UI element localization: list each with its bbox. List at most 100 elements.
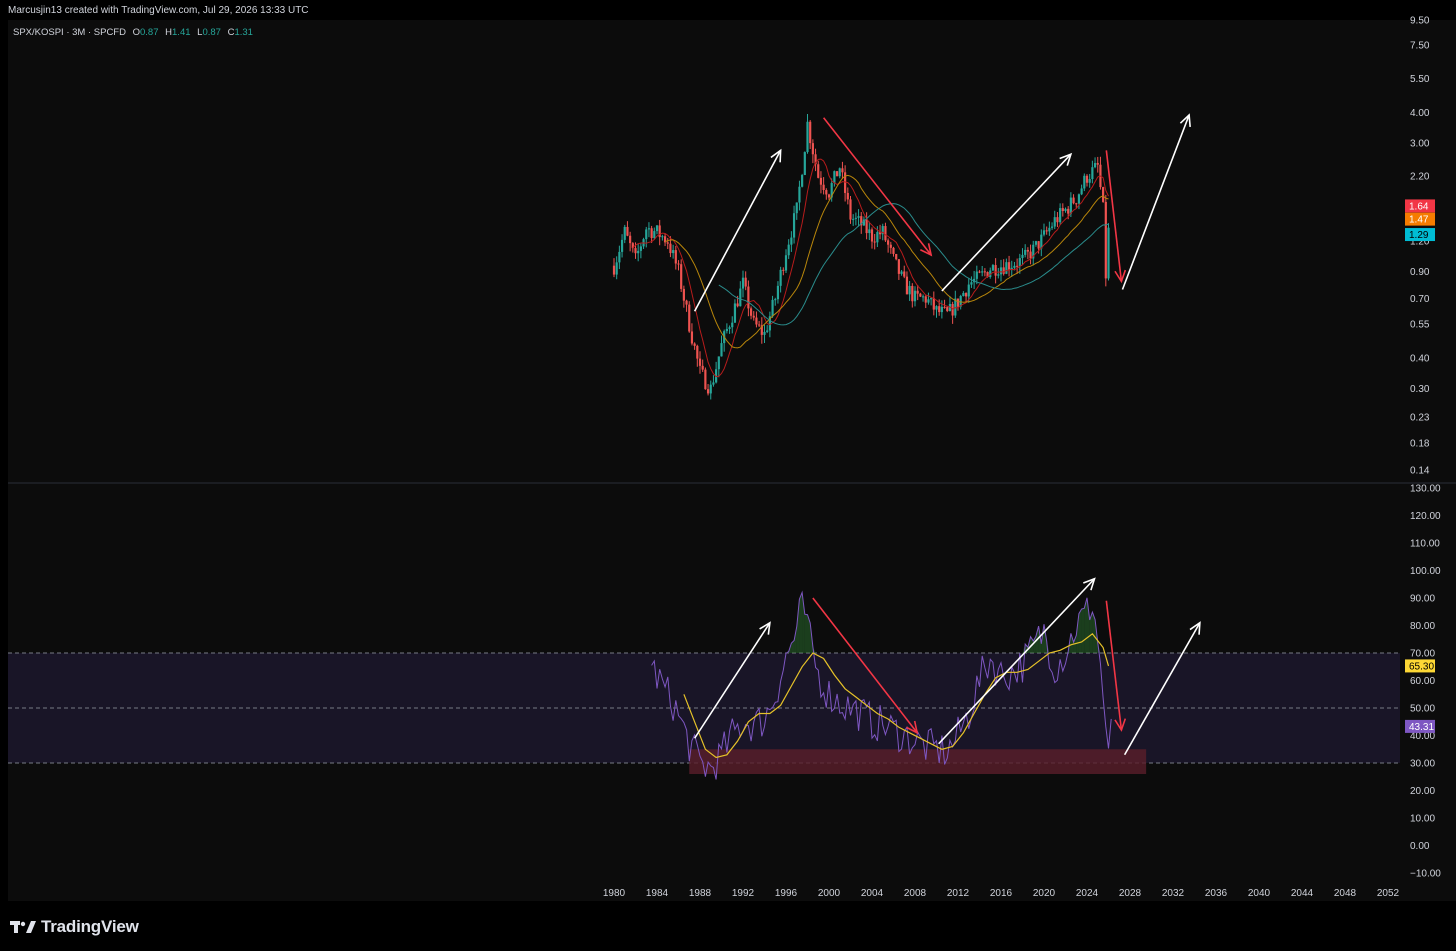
candle-body [1007, 262, 1011, 270]
candle-body [975, 271, 978, 279]
price-arrow-1 [693, 148, 782, 312]
ma-teal-line [718, 203, 1109, 326]
time-tick-label: 2000 [818, 888, 841, 899]
candle-body [841, 168, 844, 173]
candle-body [655, 225, 659, 232]
tradingview-logo[interactable]: TradingView [10, 917, 139, 937]
candle-body [717, 356, 720, 370]
rsi-tick-label: 120.00 [1410, 511, 1441, 522]
price-badge-2: 1.47 [1405, 212, 1435, 226]
rsi-overbought-fill [1081, 608, 1085, 653]
rsi-overbought-fill [799, 592, 803, 653]
candle-body [1048, 227, 1051, 232]
candle-body [835, 171, 839, 177]
legend-symbol: SPX/KOSPI · 3M · SPCFD [13, 27, 126, 38]
candle-body [857, 216, 860, 218]
candle-body [618, 251, 621, 263]
candle-body [1034, 241, 1038, 245]
candle-body [680, 264, 683, 289]
candle-body [626, 226, 629, 236]
candle-body [771, 299, 774, 317]
candle-body [870, 229, 874, 242]
price-badge-1-label: 1.64 [1409, 201, 1429, 212]
candle-body [792, 213, 796, 238]
candle-body [951, 303, 954, 316]
candle-body [852, 218, 855, 220]
candle-body [1026, 249, 1029, 252]
candle-body [924, 296, 927, 303]
candle-body [696, 345, 699, 359]
candle-body [661, 236, 664, 238]
rsi-tick-label: 100.00 [1410, 566, 1441, 577]
legend-low: 0.87 [202, 27, 221, 38]
candle-body [1107, 227, 1110, 279]
rsi-tick-label: 10.00 [1410, 814, 1435, 825]
candle-body [946, 307, 949, 312]
candle-body [967, 284, 970, 297]
candle-body [774, 299, 777, 301]
candle-body [903, 271, 906, 277]
candle-body [682, 288, 685, 301]
candle-body [846, 192, 849, 200]
legend: SPX/KOSPI · 3M · SPCFD O0.87 H1.41 L0.87… [13, 27, 253, 38]
candle-body [685, 300, 688, 305]
candle-body [919, 293, 922, 297]
price-tick-label: 0.55 [1410, 320, 1430, 331]
candles-group [612, 113, 1110, 400]
candle-body [868, 229, 871, 234]
candle-body [1045, 230, 1048, 232]
candle-body [763, 331, 766, 335]
candle-body [935, 306, 938, 310]
support-zone [689, 749, 1147, 774]
price-tick-label: 0.70 [1410, 294, 1430, 305]
candle-body [873, 241, 876, 243]
time-tick-label: 1996 [775, 888, 798, 899]
legend-high: 1.41 [172, 27, 191, 38]
price-badge-3-label: 1.29 [1409, 230, 1429, 241]
rsi-tick-label: 30.00 [1410, 759, 1435, 770]
candle-body [916, 290, 919, 294]
time-tick-label: 2028 [1119, 888, 1142, 899]
candle-body [739, 288, 742, 307]
candle-body [913, 290, 917, 302]
rsi-tick-label: 20.00 [1410, 786, 1435, 797]
time-tick-label: 2044 [1291, 888, 1314, 899]
time-tick-label: 2040 [1248, 888, 1271, 899]
legend-open: 0.87 [140, 27, 159, 38]
candle-body [787, 244, 790, 256]
time-tick-label: 2012 [947, 888, 970, 899]
candle-body [849, 199, 852, 220]
rsi-badge-2-label: 43.31 [1409, 722, 1434, 733]
candle-body [1080, 188, 1083, 195]
candle-body [801, 175, 804, 187]
ma-red-line [632, 158, 1109, 378]
price-tick-label: 0.40 [1410, 353, 1430, 364]
price-tick-label: 0.30 [1410, 384, 1430, 395]
candle-body [1085, 175, 1089, 183]
candle-body [1067, 208, 1070, 214]
candle-body [1013, 265, 1016, 268]
candle-body [978, 271, 981, 273]
price-tick-label: 4.00 [1410, 108, 1430, 119]
time-tick-label: 2004 [861, 888, 884, 899]
candle-body [892, 247, 895, 254]
candle-body [1037, 241, 1040, 249]
chart-svg[interactable]: 9.507.505.504.003.002.201.200.900.700.55… [0, 0, 1456, 951]
candle-body [647, 228, 651, 230]
candle-body [698, 358, 702, 366]
rsi-tick-label: 50.00 [1410, 704, 1435, 715]
candle-body [908, 285, 911, 295]
candle-body [650, 228, 653, 239]
candle-body [645, 229, 648, 240]
candle-body [637, 250, 640, 254]
legend-high-label: H [165, 27, 173, 38]
candle-body [741, 277, 745, 289]
candle-body [701, 365, 704, 370]
candle-body [803, 152, 806, 176]
candle-body [733, 303, 737, 323]
candle-body [653, 231, 656, 239]
price-arrow-1-shaft [693, 149, 782, 312]
candle-body [1002, 267, 1005, 274]
candle-body [784, 255, 788, 271]
candle-body [639, 246, 642, 251]
